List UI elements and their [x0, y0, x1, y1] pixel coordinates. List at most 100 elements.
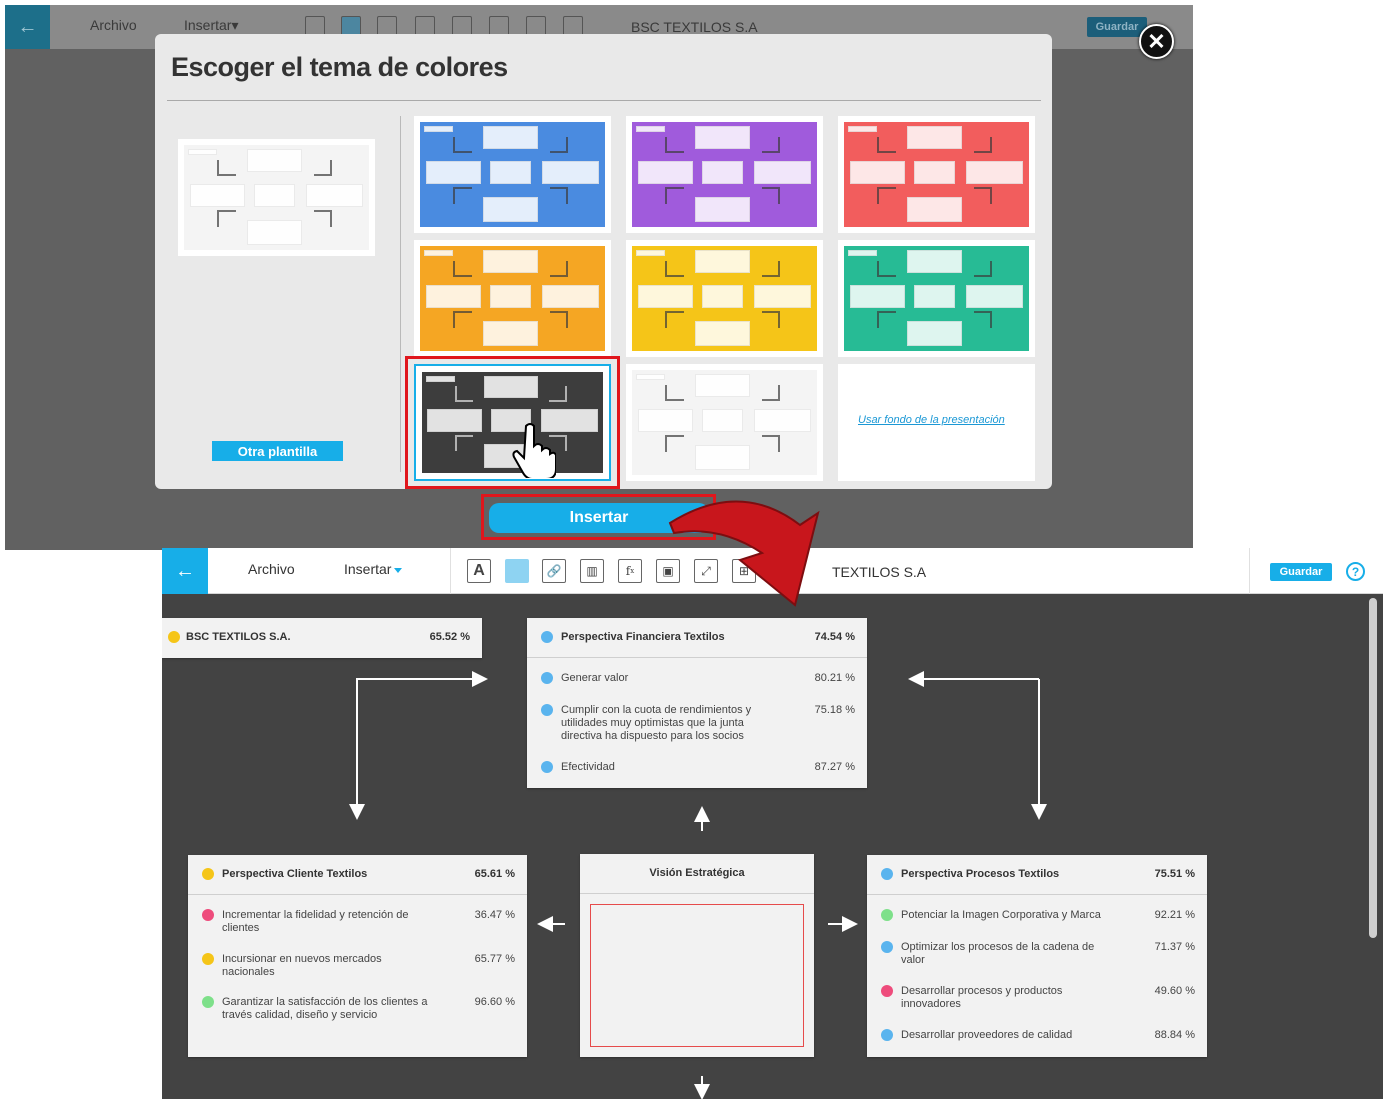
mini-connector — [453, 311, 472, 328]
mini-box — [914, 160, 955, 184]
mini-box — [542, 160, 600, 184]
mini-box — [847, 126, 878, 133]
expand-icon[interactable] — [526, 16, 546, 36]
mini-box — [542, 284, 600, 308]
mini-box — [694, 126, 751, 150]
mini-box — [490, 284, 531, 308]
arrow — [356, 671, 488, 818]
mini-connector — [973, 136, 992, 154]
text-tool-icon[interactable] — [305, 16, 325, 36]
mini-box — [482, 250, 539, 274]
mini-box — [754, 284, 812, 308]
menu-insertar[interactable]: Insertar▾ — [184, 17, 239, 34]
theme-thumbnail-yellow[interactable] — [626, 240, 823, 357]
editor-screenshot: ← Archivo Insertar A 🔗 ▥ fx ▣ ⤢ ⊞ TEXTIL… — [162, 548, 1383, 1099]
connector-arrows — [349, 671, 1047, 1099]
theme-thumbnail-red[interactable] — [838, 116, 1035, 233]
mini-box — [482, 196, 539, 222]
mini-box — [635, 126, 666, 133]
mini-box — [637, 408, 694, 432]
mini-connector — [549, 311, 568, 328]
mini-box — [423, 250, 454, 257]
mini-box — [849, 284, 906, 308]
mini-box — [914, 284, 955, 308]
mini-connector — [877, 136, 896, 154]
theme-thumbnail-default[interactable] — [178, 139, 375, 256]
mini-connector — [877, 311, 896, 328]
chart-icon[interactable] — [415, 16, 435, 36]
mini-box — [635, 374, 666, 381]
mini-box — [694, 320, 751, 346]
mini-connector — [665, 136, 684, 154]
hand-pointer-icon — [512, 423, 556, 478]
mini-connector — [549, 136, 568, 154]
save-button[interactable]: Guardar — [1087, 17, 1147, 37]
mini-box — [637, 284, 694, 308]
red-curved-arrow-icon — [668, 500, 820, 607]
mini-connector — [761, 187, 780, 204]
mini-connector — [665, 260, 684, 278]
fill-color-icon[interactable] — [341, 16, 361, 36]
mini-connector — [973, 311, 992, 328]
mini-box — [906, 250, 963, 274]
theme-thumbnail-blue[interactable] — [414, 116, 611, 233]
mini-box — [254, 183, 295, 207]
mini-connector — [877, 260, 896, 278]
mini-box — [246, 219, 303, 245]
mini-connector — [665, 187, 684, 204]
mini-box — [694, 196, 751, 222]
mini-connector — [877, 187, 896, 204]
mini-box — [637, 160, 694, 184]
back-arrow-icon[interactable]: ← — [5, 5, 50, 49]
mini-box — [694, 444, 751, 470]
image-icon[interactable] — [489, 16, 509, 36]
mini-connector — [665, 384, 684, 402]
link-icon[interactable] — [377, 16, 397, 36]
mini-connector — [761, 384, 780, 402]
mini-box — [635, 250, 666, 257]
close-icon[interactable]: ✕ — [1139, 24, 1174, 59]
doc-title: BSC TEXTILOS S.A — [631, 19, 758, 35]
theme-thumbnail-orange[interactable] — [414, 240, 611, 357]
mini-connector — [973, 260, 992, 278]
mini-connector — [453, 187, 472, 204]
mini-connector — [761, 435, 780, 452]
mini-connector — [665, 311, 684, 328]
mini-box — [906, 320, 963, 346]
mini-box — [754, 160, 812, 184]
divider — [400, 116, 401, 472]
mini-connector — [313, 210, 332, 227]
mini-connector — [313, 159, 332, 177]
mini-box — [694, 250, 751, 274]
mini-box — [906, 126, 963, 150]
theme-thumbnail-purple[interactable] — [626, 116, 823, 233]
formula-icon[interactable] — [452, 16, 472, 36]
theme-thumbnail-light-gray[interactable] — [626, 364, 823, 481]
mini-box — [702, 408, 743, 432]
theme-thumbnail-teal[interactable] — [838, 240, 1035, 357]
mini-box — [847, 250, 878, 257]
mini-box — [694, 374, 751, 398]
divider — [167, 100, 1041, 101]
menu-insertar-label: Insertar — [184, 17, 232, 33]
use-background-link[interactable]: Usar fondo de la presentación — [858, 414, 1005, 426]
mini-box — [702, 160, 743, 184]
other-template-button[interactable]: Otra plantilla — [212, 441, 343, 461]
mini-connector — [453, 136, 472, 154]
mini-connector — [549, 187, 568, 204]
mini-box — [425, 284, 482, 308]
theme-dialog-screenshot: ← Archivo Insertar▾ BSC TEXTILOS S.A Gua… — [5, 5, 1193, 550]
mini-connector — [217, 210, 236, 227]
mini-connector — [761, 311, 780, 328]
mini-box — [906, 196, 963, 222]
mini-box — [966, 160, 1024, 184]
mini-box — [490, 160, 531, 184]
mini-box — [187, 149, 218, 156]
mini-connector — [761, 136, 780, 154]
use-background-option[interactable]: Usar fondo de la presentación — [838, 364, 1035, 481]
mini-connector — [761, 260, 780, 278]
menu-archivo[interactable]: Archivo — [90, 17, 137, 33]
mini-box — [482, 320, 539, 346]
mini-box — [482, 126, 539, 150]
grid-icon[interactable] — [563, 16, 583, 36]
